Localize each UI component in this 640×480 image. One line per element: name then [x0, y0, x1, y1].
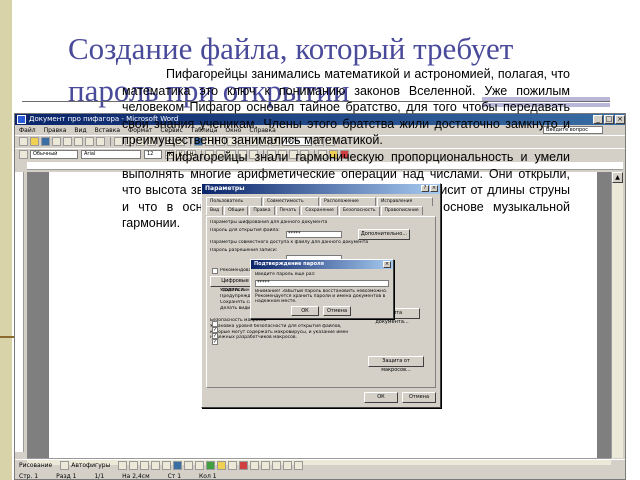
- macro-security-button[interactable]: Защита от макросов...: [368, 356, 424, 373]
- menu-edit[interactable]: Правка: [44, 127, 67, 134]
- encryption-section-label: Параметры шифрования для данного докумен…: [210, 220, 328, 225]
- line-color-icon[interactable]: [228, 460, 238, 470]
- arrow-style-icon[interactable]: [272, 460, 282, 470]
- menu-insert[interactable]: Вставка: [95, 127, 120, 134]
- line-style-icon[interactable]: [250, 460, 260, 470]
- save-icon[interactable]: [41, 137, 50, 146]
- status-position: На 2,4см: [122, 472, 150, 480]
- status-page: Стр. 1: [19, 472, 39, 480]
- textbox-icon[interactable]: [162, 460, 172, 470]
- confirm-cancel-button[interactable]: Отмена: [323, 306, 351, 316]
- options-dialog-title: Параметры: [205, 185, 245, 192]
- status-line: Ст 1: [167, 472, 182, 480]
- wordart-icon[interactable]: [173, 460, 183, 470]
- tabs-row-2: Вид Общие Правка Печать Сохранение Безоп…: [206, 206, 424, 216]
- picture-icon[interactable]: [206, 460, 216, 470]
- options-dialog-titlebar[interactable]: Параметры ? ×: [202, 184, 440, 194]
- cancel-button[interactable]: Отмена: [402, 392, 436, 403]
- fill-color-icon[interactable]: [217, 460, 227, 470]
- permission-icon[interactable]: [52, 137, 61, 146]
- status-section: Разд 1: [56, 472, 77, 480]
- privacy-checkbox-4[interactable]: ✓: [212, 339, 218, 345]
- draw-menu[interactable]: Рисование: [19, 462, 52, 469]
- line-icon[interactable]: [118, 460, 128, 470]
- tab-track-changes[interactable]: Исправления: [377, 197, 433, 206]
- menu-file[interactable]: Файл: [19, 127, 36, 134]
- tab-print[interactable]: Печать: [275, 206, 301, 215]
- drawing-toolbar: Рисование Автофигуры: [15, 459, 625, 470]
- arrow-icon[interactable]: [129, 460, 139, 470]
- spelling-icon[interactable]: [96, 137, 105, 146]
- tab-spelling[interactable]: Правописание: [380, 206, 423, 215]
- confirm-close-icon[interactable]: ×: [383, 261, 391, 268]
- styles-icon[interactable]: [19, 150, 28, 159]
- text-color-icon[interactable]: [239, 460, 249, 470]
- print-preview-icon[interactable]: [85, 137, 94, 146]
- confirm-password-field[interactable]: *****: [255, 280, 389, 287]
- shadow-icon[interactable]: [283, 460, 293, 470]
- confirm-ok-button[interactable]: ОК: [291, 306, 319, 316]
- 3d-icon[interactable]: [294, 460, 304, 470]
- readonly-checkbox[interactable]: [212, 268, 218, 274]
- tab-user[interactable]: Пользователь: [206, 197, 262, 206]
- minimize-icon[interactable]: _: [593, 115, 603, 124]
- sharing-section-label: Параметры совместного доступа к файлу дл…: [210, 240, 369, 245]
- open-folder-icon[interactable]: [30, 137, 39, 146]
- vertical-ruler[interactable]: [15, 172, 24, 452]
- confirm-password-label: Введите пароль еще раз:: [255, 272, 316, 277]
- menu-view[interactable]: Вид: [74, 127, 86, 134]
- password-open-field[interactable]: *****: [286, 231, 342, 238]
- tab-security[interactable]: Безопасность: [338, 206, 380, 216]
- vertical-scrollbar[interactable]: ▲: [611, 172, 623, 458]
- autoshapes-menu[interactable]: Автофигуры: [71, 462, 110, 469]
- slide-left-band: [0, 0, 12, 480]
- tab-general[interactable]: Общие: [224, 206, 249, 215]
- confirm-warning-text: Внимание! Забытый пароль восстановить не…: [255, 289, 388, 304]
- close-icon[interactable]: ×: [615, 115, 625, 124]
- rectangle-icon[interactable]: [140, 460, 150, 470]
- style-select[interactable]: Обычный: [30, 150, 78, 159]
- select-objects-icon[interactable]: [60, 460, 70, 470]
- password-modify-label: Пароль разрешения записи:: [210, 248, 278, 253]
- confirm-password-dialog: Подтверждение пароля × Введите пароль ещ…: [250, 259, 394, 319]
- maximize-icon[interactable]: □: [604, 115, 614, 124]
- email-icon[interactable]: [63, 137, 72, 146]
- status-bar: Стр. 1 Разд 1 1/1 На 2,4см Ст 1 Кол 1: [15, 471, 625, 480]
- print-icon[interactable]: [74, 137, 83, 146]
- tab-file-locations[interactable]: Расположение: [320, 197, 376, 206]
- toolbar-separator: [110, 137, 111, 146]
- dialog-help-icon[interactable]: ?: [421, 185, 429, 192]
- diagram-icon[interactable]: [184, 460, 194, 470]
- oval-icon[interactable]: [151, 460, 161, 470]
- tab-edit[interactable]: Правка: [249, 206, 275, 215]
- word-app-icon: [17, 115, 26, 124]
- new-document-icon[interactable]: [19, 137, 28, 146]
- dialog-close-icon[interactable]: ×: [430, 185, 438, 192]
- status-column: Кол 1: [199, 472, 217, 480]
- tab-view[interactable]: Вид: [206, 206, 224, 215]
- confirm-dialog-titlebar[interactable]: Подтверждение пароля ×: [251, 260, 393, 269]
- slide-title-line1: Создание файла, который требует: [68, 31, 514, 66]
- confirm-dialog-title: Подтверждение пароля: [254, 261, 324, 267]
- dash-style-icon[interactable]: [261, 460, 271, 470]
- ok-button[interactable]: ОК: [364, 392, 398, 403]
- tab-save[interactable]: Сохранение: [301, 206, 338, 215]
- document-paragraph: Пифагорейцы занимались математикой и аст…: [122, 67, 570, 148]
- scroll-up-icon[interactable]: ▲: [612, 172, 623, 183]
- advanced-button[interactable]: Дополнительно...: [358, 229, 410, 240]
- tabs-row-1: Пользователь Совместимость Расположение …: [206, 197, 434, 206]
- clipart-icon[interactable]: [195, 460, 205, 470]
- macro-description: Установка уровня безопасности для открыт…: [210, 324, 349, 340]
- status-page-count: 1/1: [94, 472, 105, 480]
- tab-compatibility[interactable]: Совместимость: [263, 197, 319, 206]
